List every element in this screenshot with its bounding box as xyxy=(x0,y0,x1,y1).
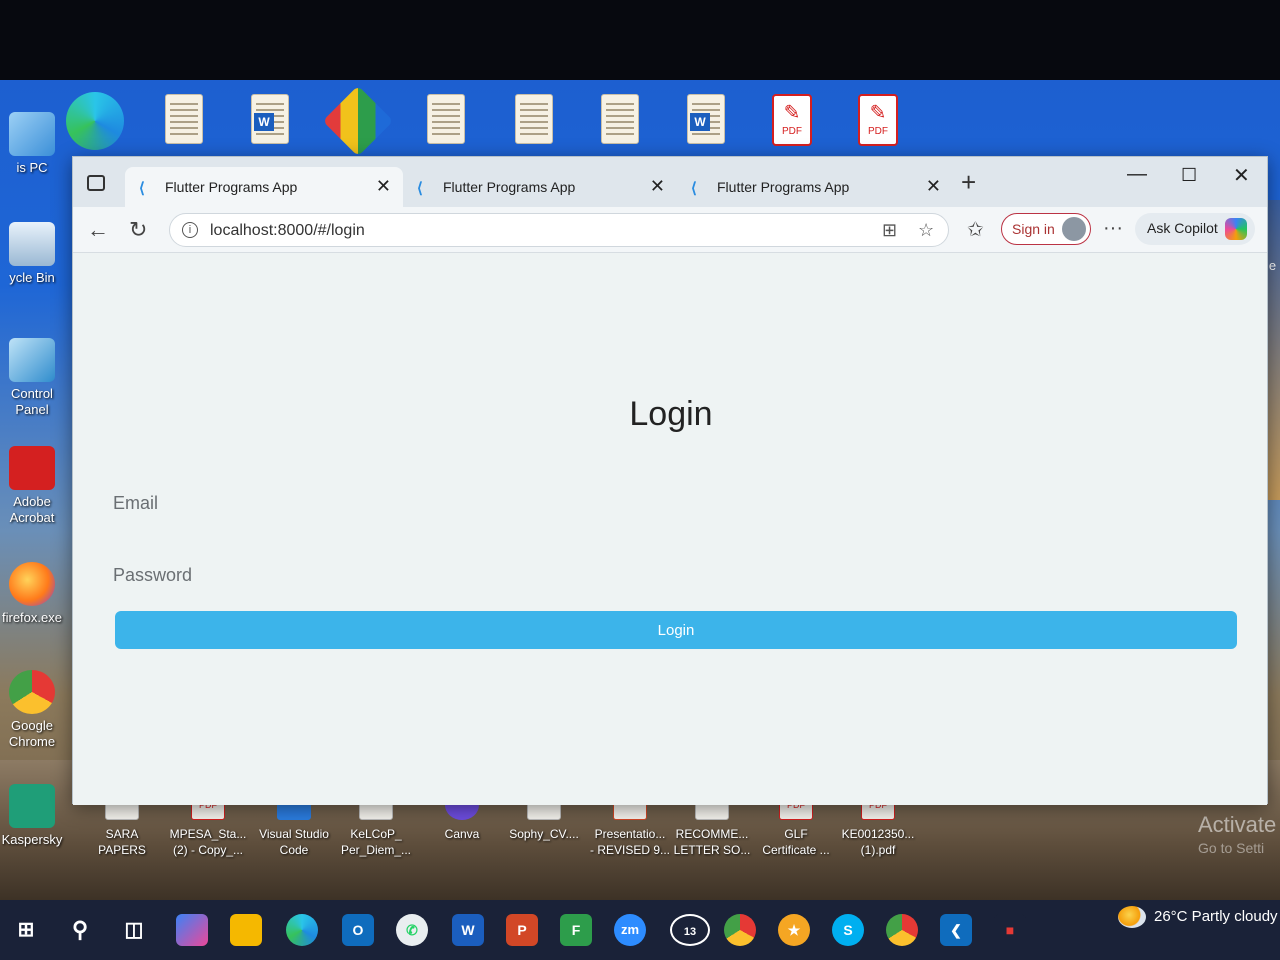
firefox-shortcut[interactable]: firefox.exe xyxy=(0,562,64,626)
chrome-shortcut[interactable]: Google Chrome xyxy=(0,670,64,750)
document-icon xyxy=(601,94,639,144)
tab-flutter-2[interactable]: ⟨ Flutter Programs App ✕ xyxy=(403,167,677,207)
weather-widget[interactable]: 26°C Partly cloudy xyxy=(1118,906,1278,928)
powerpoint-icon[interactable]: P xyxy=(506,914,538,946)
acrobat-icon xyxy=(9,446,55,490)
pdf-shortcut[interactable]: PDF xyxy=(764,92,820,150)
recycle-bin-icon xyxy=(9,222,55,266)
close-tab-icon[interactable]: ✕ xyxy=(650,176,665,197)
favorites-icon[interactable]: ✩ xyxy=(967,217,984,242)
app-available-icon[interactable]: ⊞ xyxy=(882,220,897,241)
minimize-icon[interactable]: — xyxy=(1127,163,1147,186)
edge-icon xyxy=(66,92,124,150)
sidebar-toggle-icon[interactable] xyxy=(87,175,105,191)
word-icon: W xyxy=(687,94,725,144)
kaspersky-shortcut[interactable]: Kaspersky xyxy=(0,784,64,848)
acrobat-shortcut[interactable]: Adobe Acrobat xyxy=(0,446,64,526)
app-icon xyxy=(322,85,394,157)
close-window-icon[interactable]: ✕ xyxy=(1233,163,1250,188)
document-shortcut[interactable] xyxy=(592,92,648,150)
recycle-bin-shortcut[interactable]: ycle Bin xyxy=(0,222,64,286)
copilot-icon xyxy=(1225,218,1247,240)
control-panel-icon xyxy=(9,338,55,382)
favorite-star-icon[interactable]: ☆ xyxy=(918,220,934,241)
word-icon: W xyxy=(251,94,289,144)
more-options-icon[interactable]: ··· xyxy=(1103,217,1123,240)
document-icon xyxy=(165,94,203,144)
edge-shortcut[interactable] xyxy=(66,92,124,150)
firefox-icon xyxy=(9,562,55,606)
document-shortcut[interactable] xyxy=(506,92,562,150)
new-tab-button[interactable]: + xyxy=(961,167,976,198)
url-text: localhost:8000/#/login xyxy=(210,222,365,239)
flutter-icon: ⟨ xyxy=(139,180,145,197)
this-pc-shortcut[interactable]: is PC xyxy=(0,112,64,176)
sign-in-button[interactable]: Sign in xyxy=(1001,213,1091,245)
pc-icon xyxy=(9,112,55,156)
password-field[interactable] xyxy=(113,555,1233,595)
app-icon[interactable]: ★ xyxy=(778,914,810,946)
copilot-icon[interactable] xyxy=(176,914,208,946)
edge-icon[interactable] xyxy=(286,914,318,946)
app-shortcut[interactable] xyxy=(322,85,394,157)
document-icon xyxy=(427,94,465,144)
pdf-icon: PDF xyxy=(858,94,898,146)
skype-icon[interactable]: S xyxy=(832,914,864,946)
browser-toolbar: ← ↻ i localhost:8000/#/login ⊞ ☆ ✩ Sign … xyxy=(73,207,1267,253)
search-icon[interactable]: ⚲ xyxy=(64,914,96,946)
pdf-shortcut[interactable]: PDF xyxy=(850,92,906,150)
chrome-profile-icon[interactable] xyxy=(886,914,918,946)
email-field[interactable] xyxy=(113,483,1233,523)
page-title: Login xyxy=(629,395,713,433)
flutter-icon: ⟨ xyxy=(417,180,423,197)
document-icon xyxy=(515,94,553,144)
close-tab-icon[interactable]: ✕ xyxy=(926,176,941,197)
file-explorer-icon[interactable] xyxy=(230,914,262,946)
browser-window: ⟨ Flutter Programs App ✕ ⟨ Flutter Progr… xyxy=(72,156,1268,805)
task-view-icon[interactable]: ◫ xyxy=(118,914,150,946)
whatsapp-icon[interactable]: ✆ xyxy=(396,914,428,946)
pdf-icon: PDF xyxy=(772,94,812,146)
activation-watermark-sub: Go to Setti xyxy=(1198,840,1265,856)
app-icon[interactable]: F xyxy=(560,914,592,946)
taskbar: ⊞ ⚲ ◫ O ✆ W P F zm 13 ★ S ❮ ■ xyxy=(0,900,1280,960)
login-button[interactable]: Login xyxy=(115,611,1237,649)
tab-flutter-1[interactable]: ⟨ Flutter Programs App ✕ xyxy=(125,167,403,207)
document-shortcut[interactable] xyxy=(418,92,474,150)
weather-icon xyxy=(1118,906,1146,928)
word-icon[interactable]: W xyxy=(452,914,484,946)
start-icon[interactable]: ⊞ xyxy=(10,914,42,946)
chrome-icon[interactable] xyxy=(724,914,756,946)
whatsapp-badge[interactable]: 13 xyxy=(670,914,710,946)
monitor-bezel xyxy=(0,0,1280,88)
tab-bar: ⟨ Flutter Programs App ✕ ⟨ Flutter Progr… xyxy=(73,157,1267,207)
document-shortcut[interactable] xyxy=(156,92,212,150)
activation-watermark: Activate xyxy=(1198,812,1277,837)
avatar-icon xyxy=(1062,217,1086,241)
refresh-icon[interactable]: ↻ xyxy=(129,217,147,243)
chrome-icon xyxy=(9,670,55,714)
word-shortcut[interactable]: W xyxy=(242,92,298,150)
password-input[interactable] xyxy=(113,555,1233,595)
control-panel-shortcut[interactable]: Control Panel xyxy=(0,338,64,418)
copilot-button[interactable]: Ask Copilot xyxy=(1135,213,1255,245)
site-info-icon[interactable]: i xyxy=(182,222,198,238)
vscode-icon[interactable]: ❮ xyxy=(940,914,972,946)
desktop-top-icons: W W PDF PDF xyxy=(0,85,1280,157)
address-bar[interactable]: i localhost:8000/#/login ⊞ ☆ xyxy=(169,213,949,247)
outlook-icon[interactable]: O xyxy=(342,914,374,946)
close-tab-icon[interactable]: ✕ xyxy=(376,176,391,197)
maximize-icon[interactable]: ☐ xyxy=(1181,165,1197,186)
tab-flutter-3[interactable]: ⟨ Flutter Programs App ✕ xyxy=(677,167,953,207)
login-page: Login Login xyxy=(73,253,1267,805)
zoom-icon[interactable]: zm xyxy=(614,914,646,946)
kaspersky-icon xyxy=(9,784,55,828)
back-icon[interactable]: ← xyxy=(87,217,109,243)
figma-icon[interactable]: ■ xyxy=(994,914,1026,946)
flutter-icon: ⟨ xyxy=(691,180,697,197)
word-shortcut[interactable]: W xyxy=(678,92,734,150)
email-input[interactable] xyxy=(113,483,1233,523)
